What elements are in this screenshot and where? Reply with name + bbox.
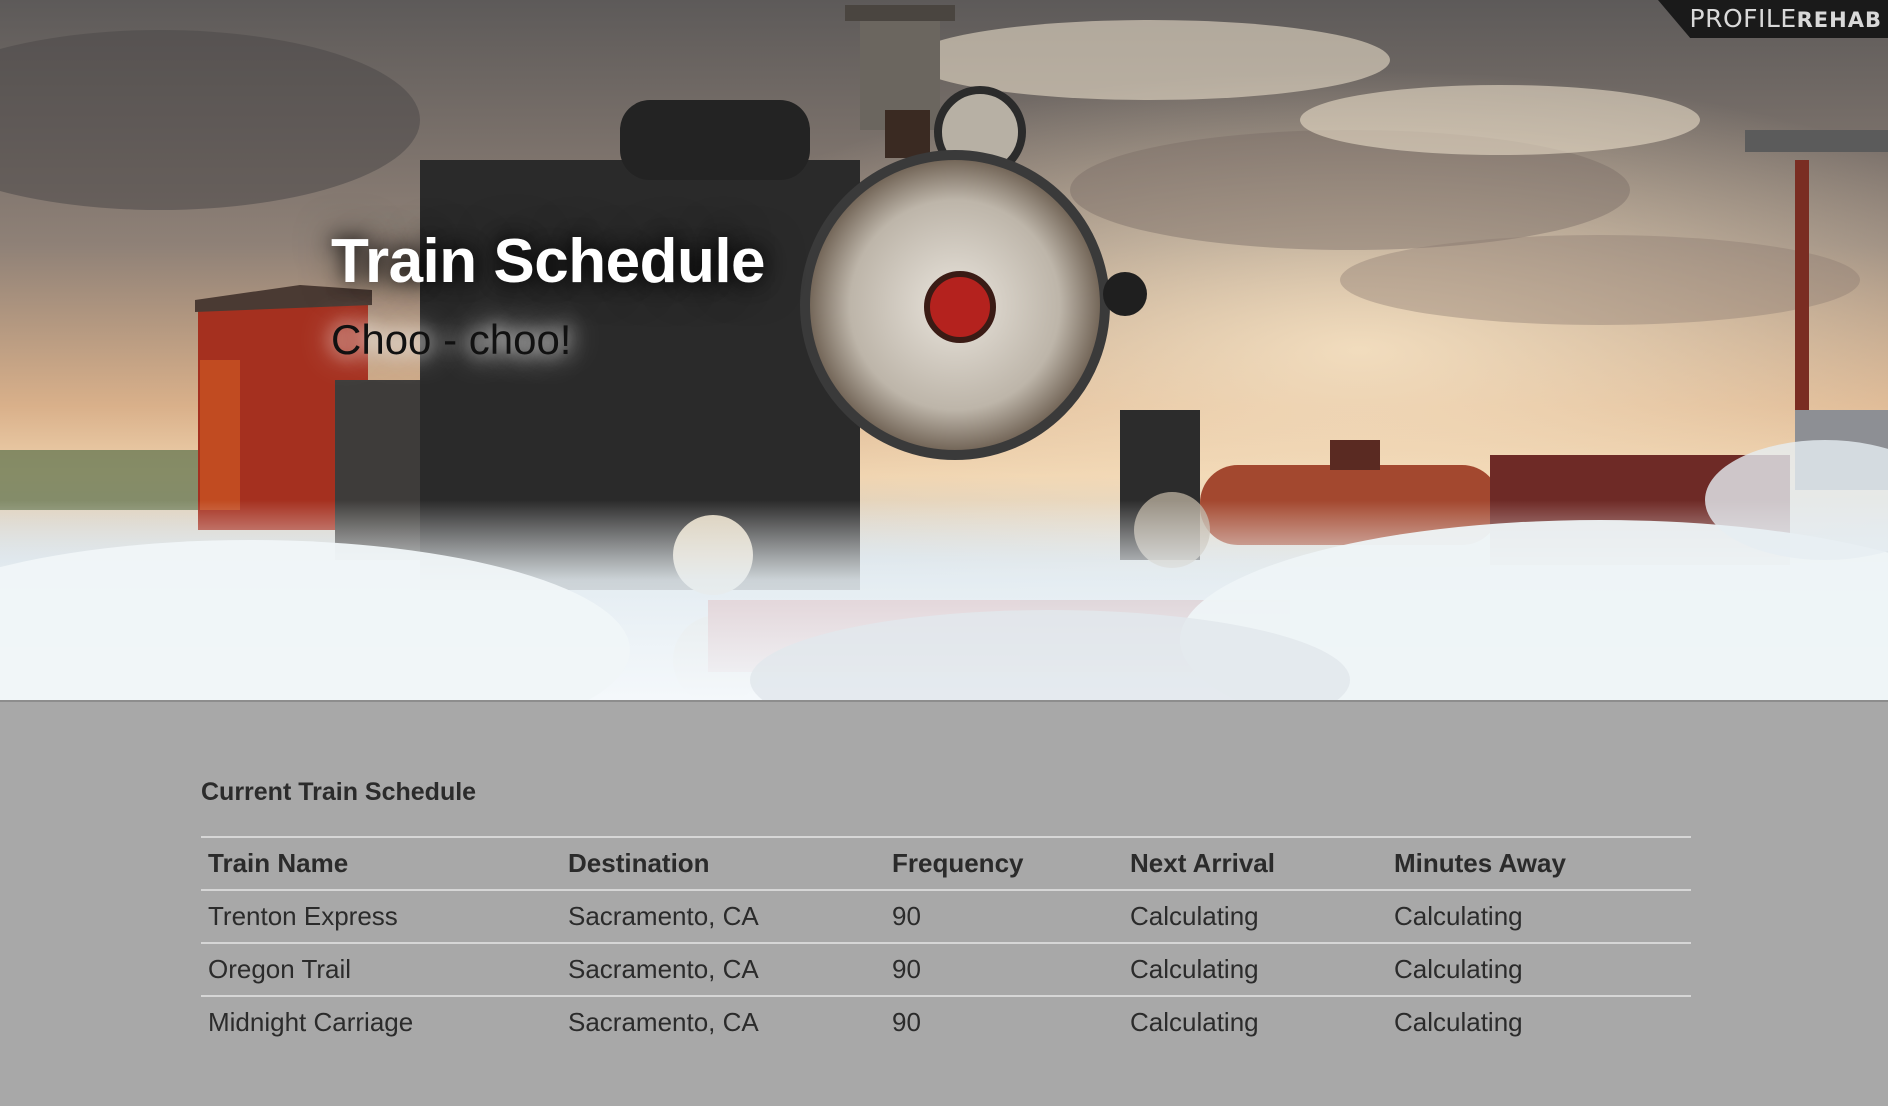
column-header-next-arrival: Next Arrival [1123, 836, 1387, 891]
hero-banner: PROFILEREHAB Train Schedule Choo - choo! [0, 0, 1888, 702]
cell-train-name: Oregon Trail [201, 942, 561, 996]
watermark-text-small: REHAB [1796, 8, 1882, 32]
cell-train-name: Trenton Express [201, 889, 561, 943]
cell-next-arrival: Calculating [1123, 889, 1387, 943]
column-header-frequency: Frequency [885, 836, 1123, 891]
column-header-minutes-away: Minutes Away [1387, 836, 1691, 891]
cell-frequency: 90 [885, 995, 1123, 1048]
watermark-logo: PROFILEREHAB [1658, 0, 1888, 38]
column-header-train-name: Train Name [201, 836, 561, 891]
cell-minutes-away: Calculating [1387, 942, 1691, 996]
table-header: Train Name Destination Frequency Next Ar… [201, 836, 1691, 891]
table-row: Oregon Trail Sacramento, CA 90 Calculati… [201, 942, 1691, 996]
cell-minutes-away: Calculating [1387, 889, 1691, 943]
column-header-destination: Destination [561, 836, 885, 891]
cell-train-name: Midnight Carriage [201, 995, 561, 1048]
table-row: Trenton Express Sacramento, CA 90 Calcul… [201, 889, 1691, 943]
cell-destination: Sacramento, CA [561, 942, 885, 996]
table-body: Trenton Express Sacramento, CA 90 Calcul… [201, 889, 1691, 1048]
steam-train-photo [0, 0, 1888, 700]
page-subtitle: Choo - choo! [331, 316, 572, 363]
watermark-text: PROFILE [1689, 4, 1797, 33]
cell-destination: Sacramento, CA [561, 995, 885, 1048]
cell-frequency: 90 [885, 889, 1123, 943]
table-header-row: Train Name Destination Frequency Next Ar… [201, 836, 1691, 891]
schedule-heading: Current Train Schedule [201, 778, 477, 806]
schedule-table: Train Name Destination Frequency Next Ar… [201, 836, 1691, 1048]
cell-frequency: 90 [885, 942, 1123, 996]
cell-next-arrival: Calculating [1123, 995, 1387, 1048]
page-title: Train Schedule [331, 227, 766, 296]
cell-minutes-away: Calculating [1387, 995, 1691, 1048]
cell-next-arrival: Calculating [1123, 942, 1387, 996]
cell-destination: Sacramento, CA [561, 889, 885, 943]
schedule-section: Current Train Schedule Train Name Destin… [201, 778, 1691, 1048]
table-row: Midnight Carriage Sacramento, CA 90 Calc… [201, 995, 1691, 1048]
